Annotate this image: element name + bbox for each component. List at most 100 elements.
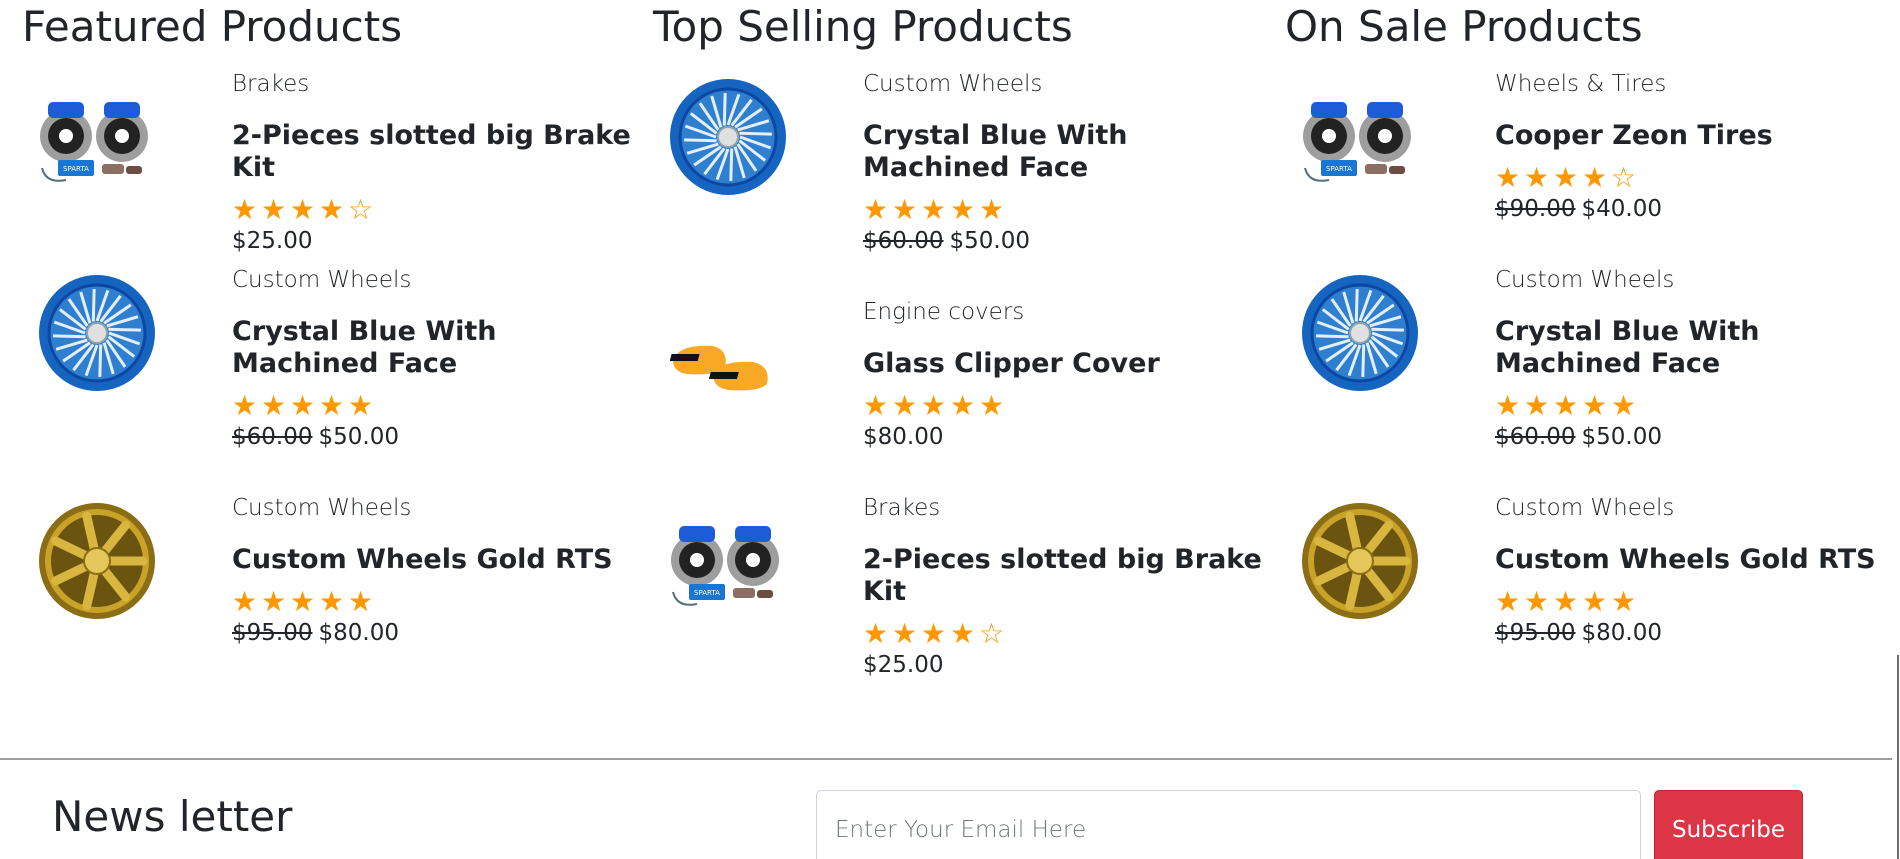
product-category[interactable]: Custom Wheels	[1495, 492, 1900, 524]
star-filled-icon: ★	[863, 193, 889, 226]
blue-wheel-icon[interactable]	[1299, 272, 1421, 394]
on-sale-products-section: On Sale Products SPARTA Wheels & Tires C…	[1285, 0, 1900, 646]
product-price: $95.00 $80.00	[1495, 618, 1900, 648]
star-filled-icon: ★	[950, 389, 976, 422]
star-filled-icon: ★	[892, 193, 918, 226]
current-price: $25.00	[863, 652, 944, 678]
rating-stars: ★ ★ ★ ★ ★	[863, 196, 1283, 226]
star-filled-icon: ★	[950, 193, 976, 226]
rating-stars: ★ ★ ★ ★ ☆	[863, 620, 1283, 650]
product-category[interactable]: Custom Wheels	[1495, 264, 1900, 296]
star-filled-icon: ★	[921, 617, 947, 650]
star-filled-icon: ★	[921, 193, 947, 226]
product-name[interactable]: 2-Pieces slotted big Brake Kit	[863, 544, 1283, 608]
svg-text:SPARTA: SPARTA	[63, 165, 89, 173]
star-filled-icon: ★	[348, 389, 374, 422]
blue-wheel-icon[interactable]	[36, 272, 158, 394]
star-filled-icon: ★	[1611, 389, 1637, 422]
star-filled-icon: ★	[863, 389, 889, 422]
product-category[interactable]: Custom Wheels	[232, 492, 652, 524]
gold-wheel-icon[interactable]	[1299, 500, 1421, 622]
scrollbar-edge[interactable]	[1897, 655, 1899, 859]
star-filled-icon: ★	[1553, 585, 1579, 618]
newsletter-email-input[interactable]	[816, 790, 1641, 859]
product-info: Custom Wheels Crystal Blue With Machined…	[1495, 264, 1900, 452]
old-price: $60.00	[1495, 424, 1576, 450]
star-filled-icon: ★	[232, 585, 258, 618]
product-name[interactable]: 2-Pieces slotted big Brake Kit	[232, 120, 652, 184]
current-price: $50.00	[1581, 424, 1662, 450]
rating-stars: ★ ★ ★ ★ ★	[1495, 392, 1900, 422]
section-title: Featured Products	[22, 2, 403, 51]
star-filled-icon: ★	[1495, 585, 1521, 618]
star-filled-icon: ★	[232, 193, 258, 226]
old-price: $95.00	[232, 620, 313, 646]
star-filled-icon: ★	[1524, 585, 1550, 618]
star-filled-icon: ★	[348, 585, 374, 618]
product-price: $60.00 $50.00	[1495, 422, 1900, 452]
star-filled-icon: ★	[290, 193, 316, 226]
star-filled-icon: ★	[1524, 161, 1550, 194]
product-price: $90.00 $40.00	[1495, 194, 1900, 224]
top-selling-products-section: Top Selling Products Custom Wheels Cryst…	[653, 0, 1285, 678]
product-info: Brakes 2-Pieces slotted big Brake Kit ★ ★…	[863, 492, 1283, 680]
product-category[interactable]: Wheels & Tires	[1495, 68, 1900, 100]
star-filled-icon: ★	[1495, 161, 1521, 194]
product-price: $60.00 $50.00	[232, 422, 652, 452]
product-name[interactable]: Custom Wheels Gold RTS	[232, 544, 652, 576]
old-price: $60.00	[863, 228, 944, 254]
product-info: Brakes 2-Pieces slotted big Brake Kit ★ ★…	[232, 68, 652, 256]
star-filled-icon: ★	[261, 389, 287, 422]
product-category[interactable]: Brakes	[863, 492, 1283, 524]
product-category[interactable]: Custom Wheels	[863, 68, 1283, 100]
rating-stars: ★ ★ ★ ★ ★	[863, 392, 1283, 422]
product-category[interactable]: Custom Wheels	[232, 264, 652, 296]
star-empty-icon: ☆	[1611, 161, 1637, 194]
product-info: Custom Wheels Crystal Blue With Machined…	[232, 264, 652, 452]
old-price: $90.00	[1495, 196, 1576, 222]
product-category[interactable]: Brakes	[232, 68, 652, 100]
star-filled-icon: ★	[921, 389, 947, 422]
product-info: Engine covers Glass Clipper Cover ★ ★ ★ ★ ★ …	[863, 296, 1283, 452]
product-name[interactable]: Crystal Blue With Machined Face	[232, 316, 652, 380]
star-filled-icon: ★	[319, 193, 345, 226]
product-name[interactable]: Cooper Zeon Tires	[1495, 120, 1900, 152]
engine-cover-icon[interactable]	[667, 304, 789, 426]
product-info: Custom Wheels Custom Wheels Gold RTS ★ ★ ★…	[1495, 492, 1900, 648]
star-filled-icon: ★	[892, 617, 918, 650]
star-empty-icon: ☆	[348, 193, 374, 226]
blue-wheel-icon[interactable]	[667, 76, 789, 198]
current-price: $80.00	[1581, 620, 1662, 646]
star-filled-icon: ★	[892, 389, 918, 422]
old-price: $95.00	[1495, 620, 1576, 646]
product-price: $25.00	[863, 650, 1283, 680]
subscribe-button[interactable]: Subscribe	[1654, 790, 1803, 859]
product-name[interactable]: Crystal Blue With Machined Face	[1495, 316, 1900, 380]
star-filled-icon: ★	[1582, 389, 1608, 422]
product-name[interactable]: Custom Wheels Gold RTS	[1495, 544, 1900, 576]
rating-stars: ★ ★ ★ ★ ★	[1495, 588, 1900, 618]
star-filled-icon: ★	[319, 585, 345, 618]
product-name[interactable]: Crystal Blue With Machined Face	[863, 120, 1283, 184]
current-price: $80.00	[318, 620, 399, 646]
product-name[interactable]: Glass Clipper Cover	[863, 348, 1283, 380]
brake-kit-icon[interactable]: SPARTA	[667, 500, 789, 622]
brake-kit-icon[interactable]: SPARTA	[36, 76, 158, 198]
newsletter-title: News letter	[52, 792, 293, 841]
star-filled-icon: ★	[319, 389, 345, 422]
star-filled-icon: ★	[1582, 585, 1608, 618]
footer-divider	[0, 758, 1892, 760]
current-price: $80.00	[863, 424, 944, 450]
brake-kit-icon[interactable]: SPARTA	[1299, 76, 1421, 198]
product-info: Wheels & Tires Cooper Zeon Tires ★ ★ ★ ★ ☆ $…	[1495, 68, 1900, 224]
gold-wheel-icon[interactable]	[36, 500, 158, 622]
star-filled-icon: ★	[1553, 161, 1579, 194]
product-category[interactable]: Engine covers	[863, 296, 1283, 328]
product-price: $95.00 $80.00	[232, 618, 652, 648]
star-filled-icon: ★	[1553, 389, 1579, 422]
star-filled-icon: ★	[261, 585, 287, 618]
old-price: $60.00	[232, 424, 313, 450]
current-price: $50.00	[949, 228, 1030, 254]
product-price: $60.00 $50.00	[863, 226, 1283, 256]
star-filled-icon: ★	[1495, 389, 1521, 422]
